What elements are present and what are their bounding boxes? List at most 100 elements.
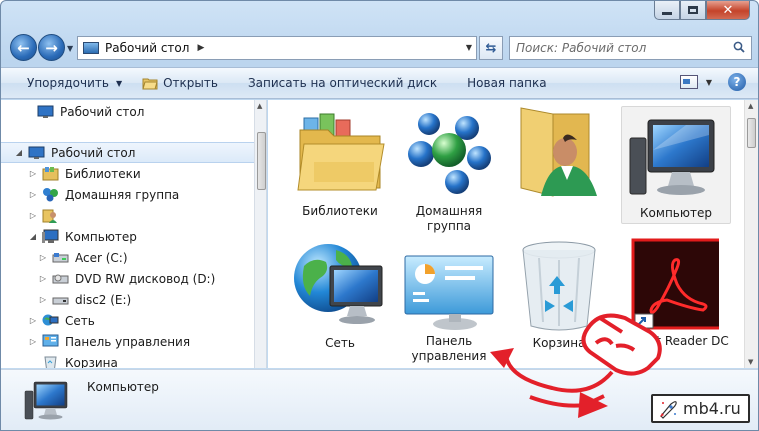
minimize-button[interactable] (654, 1, 680, 20)
help-icon[interactable]: ? (728, 73, 746, 91)
change-view-icon[interactable] (679, 75, 698, 89)
libraries-icon (42, 166, 59, 181)
scroll-up-icon[interactable]: ▲ (257, 102, 262, 110)
expand-arrow-icon[interactable]: ▷ (37, 253, 49, 262)
collapse-arrow-icon[interactable]: ◢ (13, 148, 25, 157)
scrollbar-thumb[interactable] (747, 118, 756, 148)
caption-buttons: ✕ (654, 1, 750, 20)
recycle-bin-icon (522, 241, 596, 331)
close-button[interactable]: ✕ (706, 1, 750, 20)
scrollbar-thumb[interactable] (257, 132, 266, 190)
sidebar-item-label: Сеть (65, 313, 95, 328)
list-item-libraries[interactable]: Библиотеки (285, 102, 395, 227)
new-folder-button[interactable]: Новая папка (457, 70, 556, 96)
details-pane: Компьютер (1, 369, 758, 430)
scroll-down-icon[interactable]: ▼ (748, 358, 753, 366)
collapse-arrow-icon[interactable]: ◢ (27, 232, 39, 241)
sidebar-item-label: Рабочий стол (51, 145, 136, 160)
expand-arrow-icon[interactable]: ▷ (27, 337, 39, 346)
sidebar-item-label: Библиотеки (65, 166, 141, 181)
list-item-recycle-bin[interactable]: Корзина (504, 238, 614, 350)
dvd-drive-icon (52, 271, 69, 286)
list-item-homegroup[interactable]: Домашняя группа (394, 102, 504, 237)
sidebar-item-label: Рабочий стол (60, 104, 145, 119)
maximize-icon (688, 6, 698, 14)
watermark-text: mb4.ru (683, 399, 741, 418)
sidebar-item-desktop[interactable]: ◢ Рабочий стол (1, 142, 254, 163)
list-item-control-panel[interactable]: Панель управления (394, 238, 504, 363)
acrobat-icon (631, 238, 719, 330)
search-input[interactable]: Поиск: Рабочий стол (509, 36, 752, 60)
close-icon: ✕ (722, 2, 734, 18)
computer-icon (24, 381, 68, 420)
expand-arrow-icon[interactable]: ▷ (27, 211, 39, 220)
sidebar-item-network[interactable]: ▷ Сеть (27, 310, 95, 331)
item-label: Библиотеки (302, 204, 378, 218)
sidebar-item-label: disc2 (E:) (75, 292, 132, 307)
open-folder-icon (142, 78, 158, 90)
sidebar-item-disc2[interactable]: ▷ disc2 (E:) (37, 289, 131, 310)
user-folder-icon (520, 107, 597, 197)
recent-pages-dropdown[interactable]: ▼ (67, 44, 73, 53)
sidebar-item-label: Домашняя группа (65, 187, 180, 202)
list-item-network[interactable]: Сеть (285, 238, 395, 350)
new-folder-label: Новая папка (467, 76, 547, 90)
back-button[interactable]: ← (10, 34, 37, 61)
forward-button[interactable]: → (38, 34, 65, 61)
list-item-acrobat[interactable]: obat Reader DC (614, 238, 729, 363)
sidebar-item-dvd-drive[interactable]: ▷ DVD RW дисковод (D:) (37, 268, 215, 289)
sidebar-item-recycle-bin[interactable]: Корзина (27, 352, 118, 368)
homegroup-icon (42, 187, 59, 202)
sidebar-item-label: Acer (C:) (75, 250, 128, 265)
search-icon[interactable] (733, 41, 745, 53)
open-button[interactable]: Открыть (132, 70, 228, 96)
expand-arrow-icon[interactable]: ▷ (37, 274, 49, 283)
navigation-pane-scrollbar[interactable]: ▲ (254, 100, 266, 368)
sidebar-item-libraries[interactable]: ▷ Библиотеки (27, 163, 141, 184)
sidebar-item-desktop-favorite[interactable]: Рабочий стол (37, 101, 144, 122)
desktop-icon (37, 104, 54, 119)
sidebar-item-user-folder[interactable]: ▷ (27, 205, 65, 226)
expand-arrow-icon[interactable]: ▷ (37, 295, 49, 304)
expand-arrow-icon[interactable]: ▷ (27, 169, 39, 178)
maximize-button[interactable] (680, 1, 706, 20)
chevron-down-icon: ▼ (115, 78, 123, 88)
network-icon (42, 313, 59, 328)
homegroup-icon (408, 113, 491, 194)
refresh-button[interactable]: ⇆ (479, 36, 503, 60)
expand-arrow-icon[interactable]: ▷ (27, 316, 39, 325)
recycle-bin-icon (42, 355, 59, 368)
list-item-computer[interactable]: Компьютер (621, 106, 731, 226)
control-panel-icon (42, 334, 59, 349)
view-controls: ▼ ? (679, 73, 746, 91)
sidebar-item-control-panel[interactable]: ▷ Панель управления (27, 331, 190, 352)
expand-arrow-icon[interactable]: ▷ (27, 190, 39, 199)
network-icon (294, 244, 383, 324)
list-item-user-folder[interactable] (504, 102, 614, 212)
sidebar-item-computer[interactable]: ◢ Компьютер (27, 226, 137, 247)
content-scrollbar[interactable]: ▲ ▼ (744, 100, 758, 368)
sidebar-item-drive-c[interactable]: ▷ Acer (C:) (37, 247, 128, 268)
explorer-window: ✕ ← → ▼ Рабочий стол ▶ ▼ ⇆ Поиск: Рабочи… (0, 0, 759, 431)
disc-drive-icon (52, 292, 69, 307)
details-item-name: Компьютер (87, 380, 159, 394)
open-label: Открыть (163, 76, 218, 90)
forward-arrow-icon: → (45, 38, 58, 57)
address-dropdown-icon[interactable]: ▼ (466, 43, 472, 52)
breadcrumb-chevron-icon[interactable]: ▶ (197, 43, 204, 53)
organize-button[interactable]: Упорядочить ▼ (17, 70, 132, 96)
desktop-icon (28, 145, 45, 160)
address-text[interactable]: Рабочий стол (105, 41, 189, 55)
sidebar-item-homegroup[interactable]: ▷ Домашняя группа (27, 184, 179, 205)
scroll-up-icon[interactable]: ▲ (748, 102, 753, 110)
navigation-pane: Рабочий стол ◢ Рабочий стол ▷ Библиотеки… (1, 100, 267, 368)
address-bar[interactable]: Рабочий стол ▶ ▼ (77, 36, 477, 60)
sidebar-item-label: DVD RW дисковод (D:) (75, 271, 216, 286)
drive-icon (52, 250, 69, 265)
user-folder-icon (42, 208, 59, 223)
item-label: Компьютер (640, 206, 712, 220)
item-label-clipped: obat Reader DC (634, 334, 729, 348)
sidebar-item-label: Панель управления (65, 334, 191, 349)
view-dropdown-icon[interactable]: ▼ (706, 78, 712, 87)
burn-button[interactable]: Записать на оптический диск (238, 70, 447, 96)
